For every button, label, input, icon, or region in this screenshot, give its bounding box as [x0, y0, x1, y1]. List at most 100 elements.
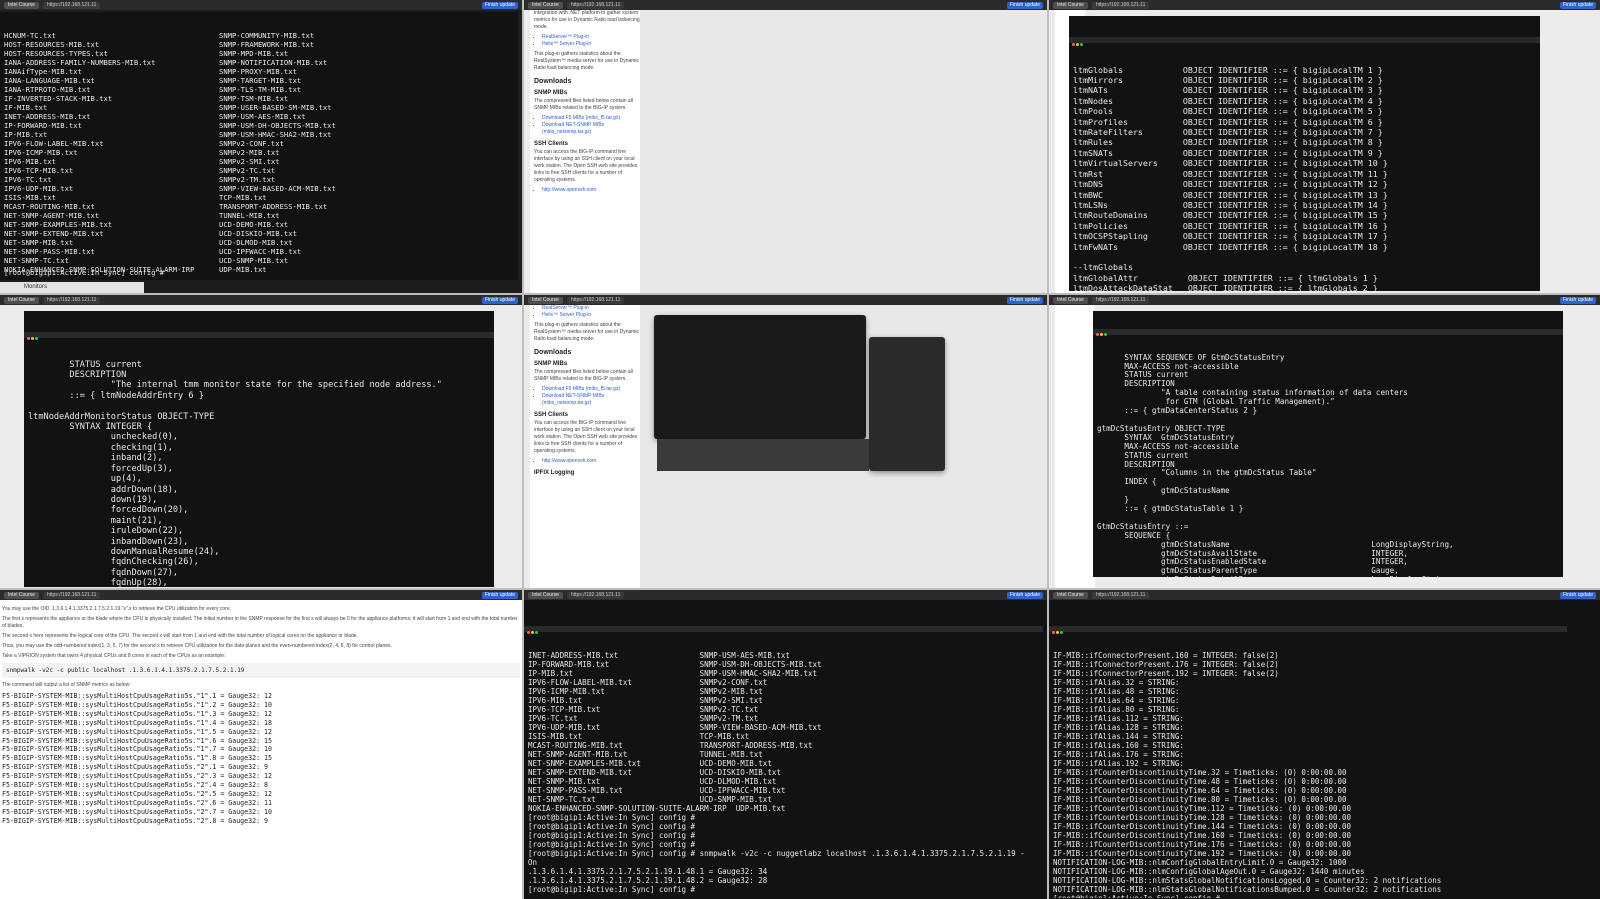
url-bar[interactable]: https://192.168.121.11 [566, 591, 625, 599]
browser-tab[interactable]: Intel Course [4, 591, 39, 599]
terminal-line: IPV6-FLOW-LABEL-MIB.txt [4, 139, 104, 148]
maximize-icon[interactable] [1104, 332, 1107, 336]
minimize-icon[interactable] [531, 631, 534, 634]
close-icon[interactable] [27, 336, 30, 340]
terminal-line: ltmOCSPStapling OBJECT IDENTIFIER ::= { … [1073, 231, 1388, 242]
download-f5-mibs-link[interactable]: Download F5 MIBs (mibs_f5.tar.gz) [542, 386, 620, 392]
maximize-icon[interactable] [1080, 42, 1083, 46]
terminal-line: ltmRateFilters OBJECT IDENTIFIER ::= { b… [1073, 127, 1383, 138]
plugin-desc: This plug-in gathers statistics about th… [534, 51, 640, 71]
url-bar[interactable]: https://192.168.121.11 [566, 1, 625, 9]
snmp-mibs-heading: SNMP MIBs [534, 90, 568, 96]
browser-tab[interactable]: Intel Course [528, 591, 563, 599]
terminal-window[interactable]: ltmGlobals OBJECT IDENTIFIER ::= { bigip… [1069, 16, 1540, 291]
terminal-line: F5-BIGIP-SYSTEM-MIB::sysMultiHostCpuUsag… [2, 700, 272, 709]
ssh-desc: You can access the BIG-IP command line i… [534, 420, 638, 454]
terminal-line: IF-MIB::ifCounterDiscontinuityTime.80 = … [1053, 795, 1347, 804]
terminal-output: SYNTAX SEQUENCE OF GtmDcStatusEntry MAX-… [1093, 353, 1563, 577]
terminal-line: IF-INVERTED-STACK-MIB.txt [4, 94, 113, 103]
url-bar[interactable]: https://192.168.121.11 [1091, 1, 1150, 9]
finish-update-button[interactable]: Finish update [1006, 591, 1043, 599]
realserver-link[interactable]: RealServer™ Plug-in [542, 34, 589, 40]
terminal-line: ::= { ltmNodeAddrEntry 6 } [28, 390, 204, 401]
openssh-link[interactable]: http://www.openssh.com [542, 187, 596, 193]
finish-update-button[interactable]: Finish update [481, 296, 518, 304]
browser-tab[interactable]: Intel Course [1053, 1, 1088, 9]
close-icon[interactable] [1052, 631, 1055, 634]
terminal-line: UCD-IPFWACC-MIB.txt [219, 247, 302, 256]
docs-page-bg [1055, 305, 1095, 588]
monitors-footer[interactable]: Monitors [0, 282, 144, 293]
browser-tab[interactable]: Intel Course [1053, 296, 1088, 304]
mini-dialog-window[interactable] [869, 337, 945, 471]
download-netsnmp-mibs-link[interactable]: Download NET-SNMP MIBs (mibs_netsnmp.tar… [542, 393, 604, 406]
kb-article: You may use the OID .1.3.6.1.4.1.3375.2.… [0, 602, 522, 899]
terminal-line: NOTIFICATION-LOG-MIB::nlmStatsGlobalNoti… [1053, 885, 1442, 894]
maximize-icon[interactable] [1060, 631, 1063, 634]
finish-update-button[interactable]: Finish update [1559, 296, 1596, 304]
terminal-line: [root@bigip1:Active:In Sync] config # [528, 840, 696, 849]
close-icon[interactable] [1096, 332, 1099, 336]
grid-divider [1047, 0, 1049, 899]
terminal-line: ltmRules OBJECT IDENTIFIER ::= { bigipLo… [1073, 137, 1383, 148]
terminal-line: IPV6-TCP-MIB.txt [4, 166, 74, 175]
browser-tab[interactable]: Intel Course [4, 1, 39, 9]
finish-update-button[interactable]: Finish update [1559, 1, 1596, 9]
finish-update-button[interactable]: Finish update [481, 1, 518, 9]
terminal-window[interactable]: HCNUM-TC.txt HOST-RESOURCES-MIB.txt HOST-R… [0, 12, 518, 280]
terminal-window[interactable]: SYNTAX SEQUENCE OF GtmDcStatusEntry MAX-… [1093, 311, 1563, 577]
finish-update-button[interactable]: Finish update [1559, 591, 1596, 599]
terminal-line: SNMP-FRAMEWORK-MIB.txt [219, 40, 315, 49]
minimize-icon[interactable] [1056, 631, 1059, 634]
openssh-link[interactable]: http://www.openssh.com [542, 458, 596, 464]
realserver-link[interactable]: RealServer™ Plug-in [542, 305, 589, 311]
helix-link[interactable]: Helix™ Server Plug-in [542, 41, 591, 47]
minimize-icon[interactable] [1076, 42, 1079, 46]
finish-update-button[interactable]: Finish update [1006, 1, 1043, 9]
browser-tab[interactable]: Intel Course [4, 296, 39, 304]
browser-chrome: Intel Course https://192.168.121.11 Fini… [1049, 0, 1600, 10]
terminal-window[interactable]: STATUS current DESCRIPTION "The internal… [24, 311, 494, 587]
terminal-window[interactable]: INET-ADDRESS-MIB.txt SNMP-USM-AES-MIB.tx… [524, 608, 1043, 898]
terminal-titlebar [1093, 328, 1563, 336]
terminal-line: maint(21), [28, 515, 163, 526]
url-bar[interactable]: https://192.168.121.11 [42, 296, 101, 304]
browser-tab[interactable]: Intel Course [528, 1, 563, 9]
mini-terminal-window[interactable] [654, 315, 866, 439]
browser-tab[interactable]: Intel Course [528, 296, 563, 304]
download-netsnmp-mibs-link[interactable]: Download NET-SNMP MIBs (mibs_netsnmp.tar… [542, 122, 604, 135]
terminal-window[interactable]: IF-MIB::ifConnectorPresent.160 = INTEGER… [1049, 608, 1567, 898]
terminal-line: SNMP-USM-AES-MIB.txt [219, 112, 306, 121]
terminal-output: IF-MIB::ifConnectorPresent.160 = INTEGER… [1049, 650, 1567, 898]
url-bar[interactable]: https://192.168.121.11 [42, 1, 101, 9]
terminal-line: UCD-SNMP-MIB.txt [219, 256, 289, 265]
finish-update-button[interactable]: Finish update [481, 591, 518, 599]
browser-chrome: Intel Course https://192.168.121.11 Fini… [0, 295, 522, 305]
terminal-output: INET-ADDRESS-MIB.txt SNMP-USM-AES-MIB.tx… [524, 650, 1043, 895]
url-bar[interactable]: https://192.168.121.11 [42, 591, 101, 599]
terminal-line: F5-BIGIP-SYSTEM-MIB::sysMultiHostCpuUsag… [2, 781, 268, 790]
terminal-line: iruleDown(22), [28, 526, 184, 537]
terminal-line: IF-MIB::ifConnectorPresent.192 = INTEGER… [1053, 669, 1279, 678]
terminal-line: ltmProfiles OBJECT IDENTIFIER ::= { bigi… [1073, 116, 1383, 127]
minimize-icon[interactable] [1100, 332, 1103, 336]
close-icon[interactable] [1072, 42, 1075, 46]
browser-tab[interactable]: Intel Course [1053, 591, 1088, 599]
maximize-icon[interactable] [535, 631, 538, 634]
minimize-icon[interactable] [31, 336, 34, 340]
url-bar[interactable]: https://192.168.121.11 [1091, 591, 1150, 599]
terminal-line: ISIS-MIB.txt [4, 193, 56, 202]
kb-p4: Thus, you may use the odd-numbered index… [2, 643, 392, 649]
close-icon[interactable] [527, 631, 530, 634]
finish-update-button[interactable]: Finish update [1006, 296, 1043, 304]
maximize-icon[interactable] [35, 336, 38, 340]
url-bar[interactable]: https://192.168.121.11 [1091, 296, 1150, 304]
terminal-line: NET-SNMP-EXAMPLES-MIB.txt UCD-DEMO-MIB.t… [528, 759, 772, 768]
ipfix-heading: IPFIX Logging [534, 470, 575, 476]
terminal-line: TRANSPORT-ADDRESS-MIB.txt [219, 202, 328, 211]
url-bar[interactable]: https://192.168.121.11 [566, 296, 625, 304]
terminal-line: fqdnDown(27), [28, 567, 179, 578]
download-f5-mibs-link[interactable]: Download F5 MIBs (mibs_f5.tar.gz) [542, 115, 620, 121]
terminal-line: SNMPv2-CONF.txt [219, 139, 284, 148]
helix-link[interactable]: Helix™ Server Plug-in [542, 312, 591, 318]
